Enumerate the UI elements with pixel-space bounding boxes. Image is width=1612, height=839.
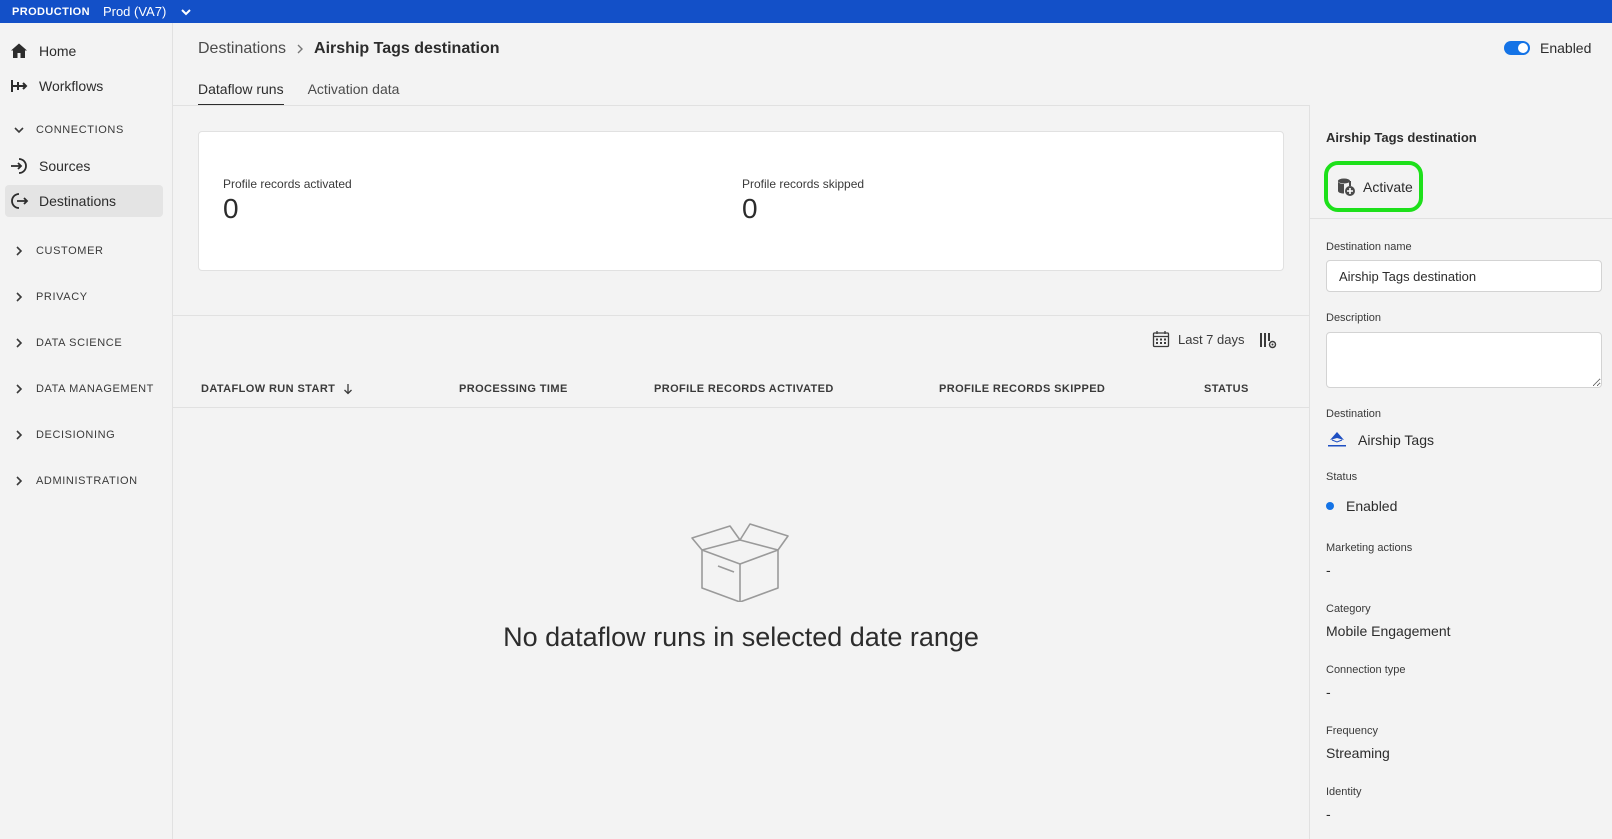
sandbox-name[interactable]: Prod (VA7) bbox=[103, 4, 166, 19]
empty-box-illustration bbox=[688, 522, 792, 603]
nav-item-sources[interactable]: Sources bbox=[5, 150, 163, 182]
identity-value: - bbox=[1326, 806, 1331, 822]
nav-section-label: PRIVACY bbox=[36, 291, 88, 303]
nav-section-decisioning[interactable]: DECISIONING bbox=[12, 421, 167, 449]
table-header: DATAFLOW RUN START PROCESSING TIME PROFI… bbox=[173, 380, 1309, 408]
nav-section-label: CONNECTIONS bbox=[36, 124, 124, 136]
nav-item-workflows[interactable]: Workflows bbox=[5, 70, 163, 102]
nav-section-privacy[interactable]: PRIVACY bbox=[12, 283, 167, 311]
activate-button-label: Activate bbox=[1363, 178, 1413, 195]
column-header-label: DATAFLOW RUN START bbox=[201, 383, 336, 395]
tab-bar: Dataflow runs Activation data bbox=[198, 78, 423, 106]
nav-item-label: Sources bbox=[39, 158, 91, 174]
nav-item-label: Destinations bbox=[39, 193, 117, 209]
chevron-right-icon bbox=[12, 428, 26, 442]
destination-label: Destination bbox=[1326, 408, 1382, 420]
toggle-switch[interactable] bbox=[1504, 41, 1530, 55]
chevron-right-icon bbox=[12, 290, 26, 304]
column-header-records-activated[interactable]: PROFILE RECORDS ACTIVATED bbox=[654, 383, 834, 395]
page-title: Airship Tags destination bbox=[314, 40, 500, 57]
chevron-right-icon bbox=[12, 244, 26, 258]
enabled-toggle[interactable]: Enabled bbox=[1504, 38, 1591, 58]
destination-name-label: Destination name bbox=[1326, 241, 1412, 253]
status-dot bbox=[1326, 502, 1334, 510]
column-header-records-skipped[interactable]: PROFILE RECORDS SKIPPED bbox=[939, 383, 1105, 395]
nav-section-customer[interactable]: CUSTOMER bbox=[12, 237, 167, 265]
nav-section-data-science[interactable]: DATA SCIENCE bbox=[12, 329, 167, 357]
destination-name-field[interactable] bbox=[1326, 260, 1602, 292]
toggle-label: Enabled bbox=[1540, 40, 1592, 56]
nav-section-label: DATA SCIENCE bbox=[36, 337, 123, 349]
description-field[interactable] bbox=[1326, 332, 1602, 388]
divider bbox=[173, 315, 1309, 316]
destinations-icon bbox=[9, 191, 29, 211]
identity-label: Identity bbox=[1326, 786, 1362, 798]
status-text: Enabled bbox=[1346, 498, 1398, 514]
category-value: Mobile Engagement bbox=[1326, 623, 1451, 639]
destination-value: Airship Tags bbox=[1326, 431, 1434, 449]
chevron-down-icon bbox=[12, 123, 26, 137]
metric-value: 0 bbox=[742, 193, 758, 224]
left-nav: Home Workflows CONNECTIONS Sources Desti… bbox=[0, 23, 173, 839]
metric-label: Profile records activated bbox=[223, 177, 352, 191]
chevron-right-icon bbox=[296, 41, 304, 57]
nav-item-home[interactable]: Home bbox=[5, 35, 163, 67]
connection-type-value: - bbox=[1326, 684, 1331, 700]
frequency-label: Frequency bbox=[1326, 725, 1378, 737]
sources-icon bbox=[9, 156, 29, 176]
home-icon bbox=[9, 41, 29, 61]
environment-label: PRODUCTION bbox=[12, 5, 90, 18]
status-label: Status bbox=[1326, 471, 1358, 483]
airship-logo-icon bbox=[1326, 431, 1348, 449]
metrics-card: Profile records activated 0 Profile reco… bbox=[198, 131, 1284, 271]
nav-section-label: ADMINISTRATION bbox=[36, 475, 138, 487]
empty-state-message: No dataflow runs in selected date range bbox=[503, 622, 979, 652]
panel-title: Airship Tags destination bbox=[1326, 130, 1477, 145]
marketing-actions-value: - bbox=[1326, 562, 1331, 578]
workflows-icon bbox=[9, 76, 29, 96]
nav-item-destinations[interactable]: Destinations bbox=[5, 185, 163, 217]
column-header-processing-time[interactable]: PROCESSING TIME bbox=[459, 383, 568, 395]
activate-button[interactable]: Activate bbox=[1324, 161, 1423, 212]
date-range-picker[interactable]: Last 7 days bbox=[1152, 330, 1245, 348]
top-bar: PRODUCTION Prod (VA7) bbox=[0, 0, 1612, 23]
nav-section-label: DECISIONING bbox=[36, 429, 116, 441]
nav-section-data-management[interactable]: DATA MANAGEMENT bbox=[12, 375, 167, 403]
chevron-right-icon bbox=[12, 382, 26, 396]
metric-label: Profile records skipped bbox=[742, 177, 865, 191]
metric-activated: Profile records activated 0 bbox=[223, 177, 352, 225]
nav-item-label: Home bbox=[39, 43, 77, 59]
nav-section-label: DATA MANAGEMENT bbox=[36, 383, 154, 395]
tab-activation-data[interactable]: Activation data bbox=[308, 78, 400, 106]
marketing-actions-label: Marketing actions bbox=[1326, 542, 1413, 554]
connection-type-label: Connection type bbox=[1326, 664, 1406, 676]
nav-section-connections[interactable]: CONNECTIONS bbox=[12, 116, 167, 144]
database-add-icon bbox=[1336, 177, 1356, 197]
nav-section-label: CUSTOMER bbox=[36, 245, 104, 257]
description-label: Description bbox=[1326, 312, 1382, 324]
column-header-status[interactable]: STATUS bbox=[1204, 383, 1249, 395]
nav-section-administration[interactable]: ADMINISTRATION bbox=[12, 467, 167, 495]
column-header-run-start[interactable]: DATAFLOW RUN START bbox=[201, 383, 353, 395]
chevron-right-icon bbox=[12, 474, 26, 488]
date-range-label: Last 7 days bbox=[1178, 331, 1245, 347]
arrow-down-icon bbox=[343, 383, 353, 395]
details-panel: Airship Tags destination Activate Destin… bbox=[1309, 105, 1612, 839]
metric-skipped: Profile records skipped 0 bbox=[742, 177, 864, 225]
calendar-icon bbox=[1152, 330, 1170, 348]
chevron-right-icon bbox=[12, 336, 26, 350]
frequency-value: Streaming bbox=[1326, 745, 1390, 761]
chevron-down-icon[interactable] bbox=[180, 6, 192, 18]
category-label: Category bbox=[1326, 603, 1371, 615]
divider bbox=[1310, 218, 1612, 219]
breadcrumb: Destinations Airship Tags destination bbox=[198, 38, 500, 60]
column-settings-icon[interactable] bbox=[1259, 331, 1277, 349]
nav-item-label: Workflows bbox=[39, 78, 104, 94]
breadcrumb-destinations-link[interactable]: Destinations bbox=[198, 40, 286, 58]
tab-dataflow-runs[interactable]: Dataflow runs bbox=[198, 78, 284, 106]
destination-name: Airship Tags bbox=[1358, 432, 1435, 448]
status-value: Enabled bbox=[1326, 498, 1397, 514]
metric-value: 0 bbox=[223, 193, 239, 224]
